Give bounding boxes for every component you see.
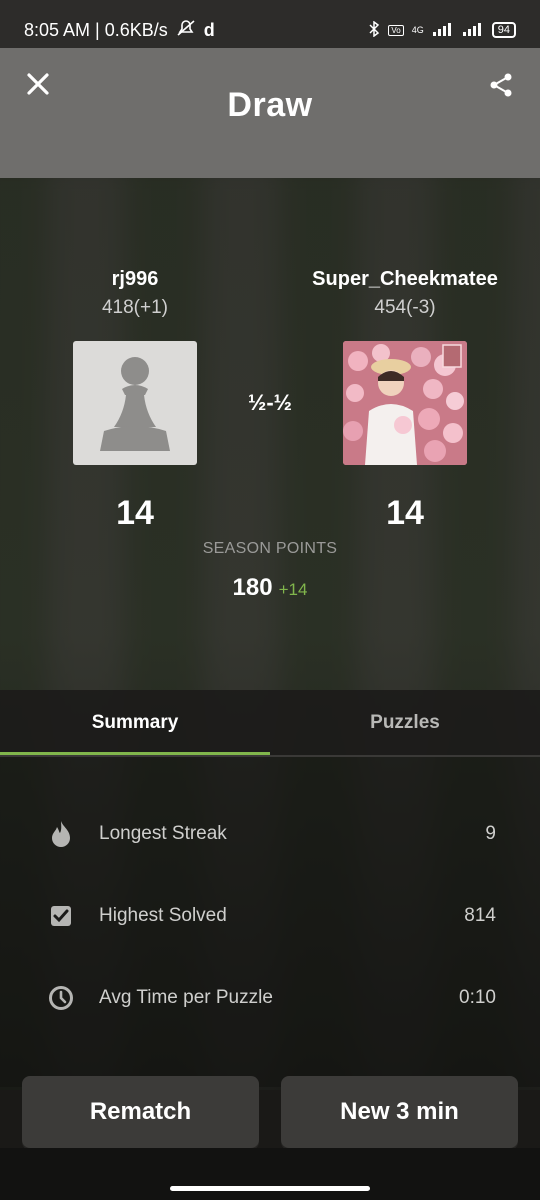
stat-label: Highest Solved [99, 905, 227, 926]
pawn-icon [100, 357, 170, 451]
volte-icon: Vo [388, 24, 404, 36]
bluetooth-icon [368, 20, 380, 40]
flame-icon [48, 821, 74, 847]
player-rating: 454(-3) [374, 297, 436, 318]
status-time: 8:05 AM | 0.6KB/s [24, 19, 168, 40]
tab-summary[interactable]: Summary [0, 690, 270, 756]
signal-icon [432, 22, 454, 39]
tab-bar: Summary Puzzles [0, 690, 540, 756]
avatar-right[interactable] [343, 341, 467, 465]
system-nav-bar [0, 1148, 540, 1200]
tab-puzzles[interactable]: Puzzles [270, 690, 540, 756]
battery-indicator: 94 [491, 22, 516, 38]
game-result: ½-½ [247, 390, 293, 415]
stat-label: Avg Time per Puzzle [99, 987, 273, 1008]
mute-icon [176, 19, 196, 42]
player-left-score: 14 [116, 494, 154, 532]
stat-label: Longest Streak [99, 823, 227, 844]
network-type: 4G [411, 25, 424, 35]
new-game-button[interactable]: New 3 min [281, 1076, 518, 1148]
share-icon [490, 73, 512, 97]
player-right-score: 14 [386, 494, 424, 532]
result-header: Draw [0, 48, 540, 178]
season-points-value: 180 [232, 574, 273, 601]
season-points-delta: +14 [278, 580, 308, 599]
status-extra: d [203, 19, 215, 40]
player-name: rj996 [111, 268, 159, 290]
page-title: Draw [227, 86, 313, 124]
clock-icon [48, 985, 74, 1011]
stat-value: 814 [464, 905, 496, 926]
player-name: Super_Cheekmatee [312, 268, 498, 290]
player-rating: 418(+1) [101, 297, 169, 318]
signal-icon-2 [462, 22, 484, 39]
stat-value: 9 [485, 823, 496, 844]
checkbox-icon [48, 903, 74, 929]
avatar-left[interactable] [73, 341, 197, 465]
player-left: rj996 418(+1) [15, 268, 255, 319]
player-right: Super_Cheekmatee 454(-3) [285, 268, 525, 319]
profile-photo-icon [343, 341, 467, 465]
stat-row: Longest Streak 9 [0, 804, 540, 864]
stat-row: Highest Solved 814 [0, 886, 540, 946]
home-indicator[interactable] [170, 1186, 370, 1191]
share-button[interactable] [488, 72, 516, 100]
stat-value: 0:10 [459, 987, 496, 1008]
stat-row: Avg Time per Puzzle 0:10 [0, 968, 540, 1028]
season-points: 180 +14 [0, 574, 540, 602]
season-points-label: SEASON POINTS [202, 540, 338, 557]
rematch-button[interactable]: Rematch [22, 1076, 259, 1148]
